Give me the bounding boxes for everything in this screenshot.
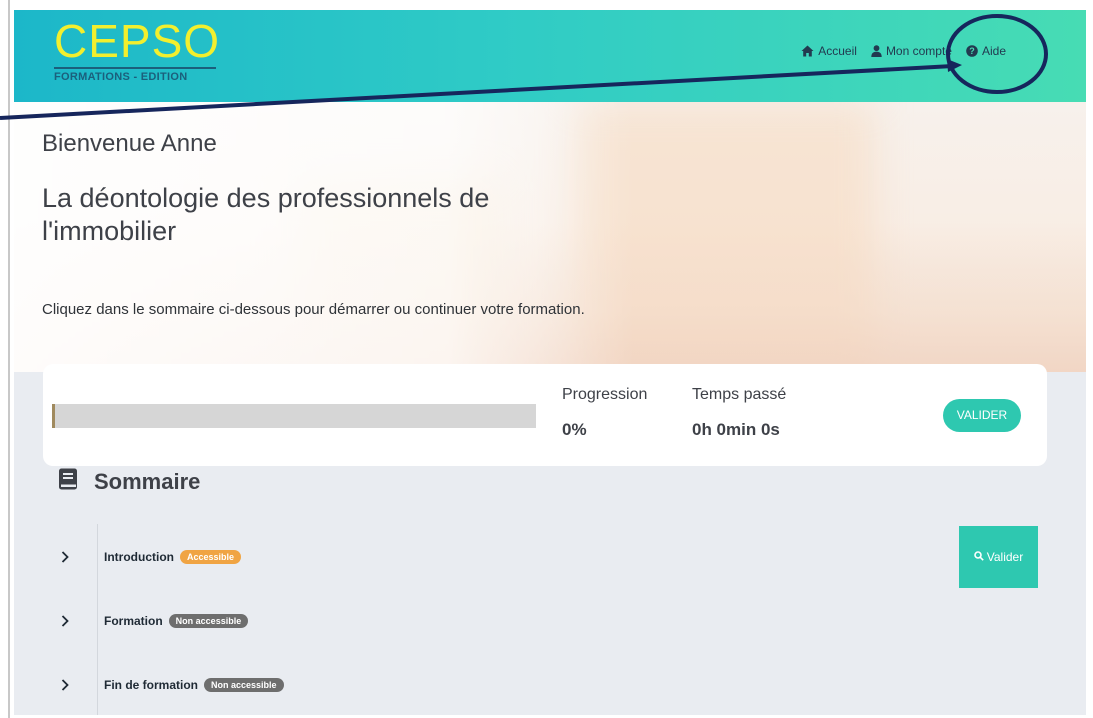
nav-aide-label: Aide bbox=[981, 44, 1006, 58]
browser-frame: CEPSO FORMATIONS - EDITION Accueil Mon c… bbox=[0, 0, 1093, 718]
chevron-right-icon[interactable] bbox=[58, 615, 72, 627]
welcome-heading: Bienvenue Anne bbox=[42, 130, 217, 157]
sommaire-item-fin-de-formation[interactable]: Fin de formation Non accessible bbox=[58, 670, 284, 700]
valider-section-button[interactable]: Valider bbox=[959, 526, 1038, 588]
sommaire-item-label[interactable]: Introduction bbox=[104, 550, 174, 564]
sommaire-item-introduction[interactable]: Introduction Accessible bbox=[58, 542, 242, 572]
top-nav: Accueil Mon compte ? Aide bbox=[801, 44, 1006, 58]
status-badge: Non accessible bbox=[168, 613, 249, 628]
frame-border bbox=[8, 0, 10, 718]
logo-subtitle: FORMATIONS - EDITION bbox=[54, 67, 216, 84]
question-circle-icon: ? bbox=[966, 45, 978, 57]
instruction-text: Cliquez dans le sommaire ci-dessous pour… bbox=[42, 301, 585, 318]
chevron-right-icon[interactable] bbox=[58, 551, 72, 563]
nav-accueil-label: Accueil bbox=[818, 44, 857, 58]
progress-card: Progression 0% Temps passé 0h 0min 0s VA… bbox=[43, 364, 1047, 466]
logo-text: CEPSO bbox=[54, 15, 221, 67]
progress-bar-fill bbox=[52, 404, 55, 428]
nav-mon-compte-label: Mon compte bbox=[885, 44, 952, 58]
nav-accueil[interactable]: Accueil bbox=[801, 44, 857, 58]
time-spent-label: Temps passé bbox=[692, 386, 787, 403]
progression-label: Progression bbox=[562, 386, 648, 403]
course-title: La déontologie des professionnels de l'i… bbox=[42, 183, 490, 246]
sommaire-header: Sommaire bbox=[58, 468, 200, 495]
chevron-right-icon[interactable] bbox=[58, 679, 72, 691]
progress-bar bbox=[52, 404, 536, 428]
sommaire-item-label[interactable]: Fin de formation bbox=[104, 678, 198, 692]
validate-button[interactable]: VALIDER bbox=[943, 399, 1021, 432]
valider-section-label: Valider bbox=[986, 550, 1024, 564]
user-icon bbox=[871, 45, 882, 57]
nav-mon-compte[interactable]: Mon compte bbox=[871, 44, 952, 58]
progression-value: 0% bbox=[562, 420, 587, 439]
sommaire-item-label[interactable]: Formation bbox=[104, 614, 163, 628]
sommaire-item-formation[interactable]: Formation Non accessible bbox=[58, 606, 249, 636]
page: CEPSO FORMATIONS - EDITION Accueil Mon c… bbox=[14, 10, 1086, 715]
status-badge: Accessible bbox=[179, 549, 242, 564]
logo[interactable]: CEPSO FORMATIONS - EDITION bbox=[54, 16, 224, 92]
hero-banner: Bienvenue Anne La déontologie des profes… bbox=[14, 102, 1086, 372]
nav-aide[interactable]: ? Aide bbox=[966, 44, 1006, 58]
home-icon bbox=[801, 45, 814, 57]
status-badge: Non accessible bbox=[204, 677, 284, 692]
book-icon bbox=[58, 468, 78, 495]
time-spent-value: 0h 0min 0s bbox=[692, 420, 780, 439]
header: CEPSO FORMATIONS - EDITION Accueil Mon c… bbox=[14, 10, 1086, 102]
search-icon bbox=[973, 550, 984, 564]
sommaire-title: Sommaire bbox=[94, 468, 201, 494]
svg-text:?: ? bbox=[969, 46, 975, 56]
